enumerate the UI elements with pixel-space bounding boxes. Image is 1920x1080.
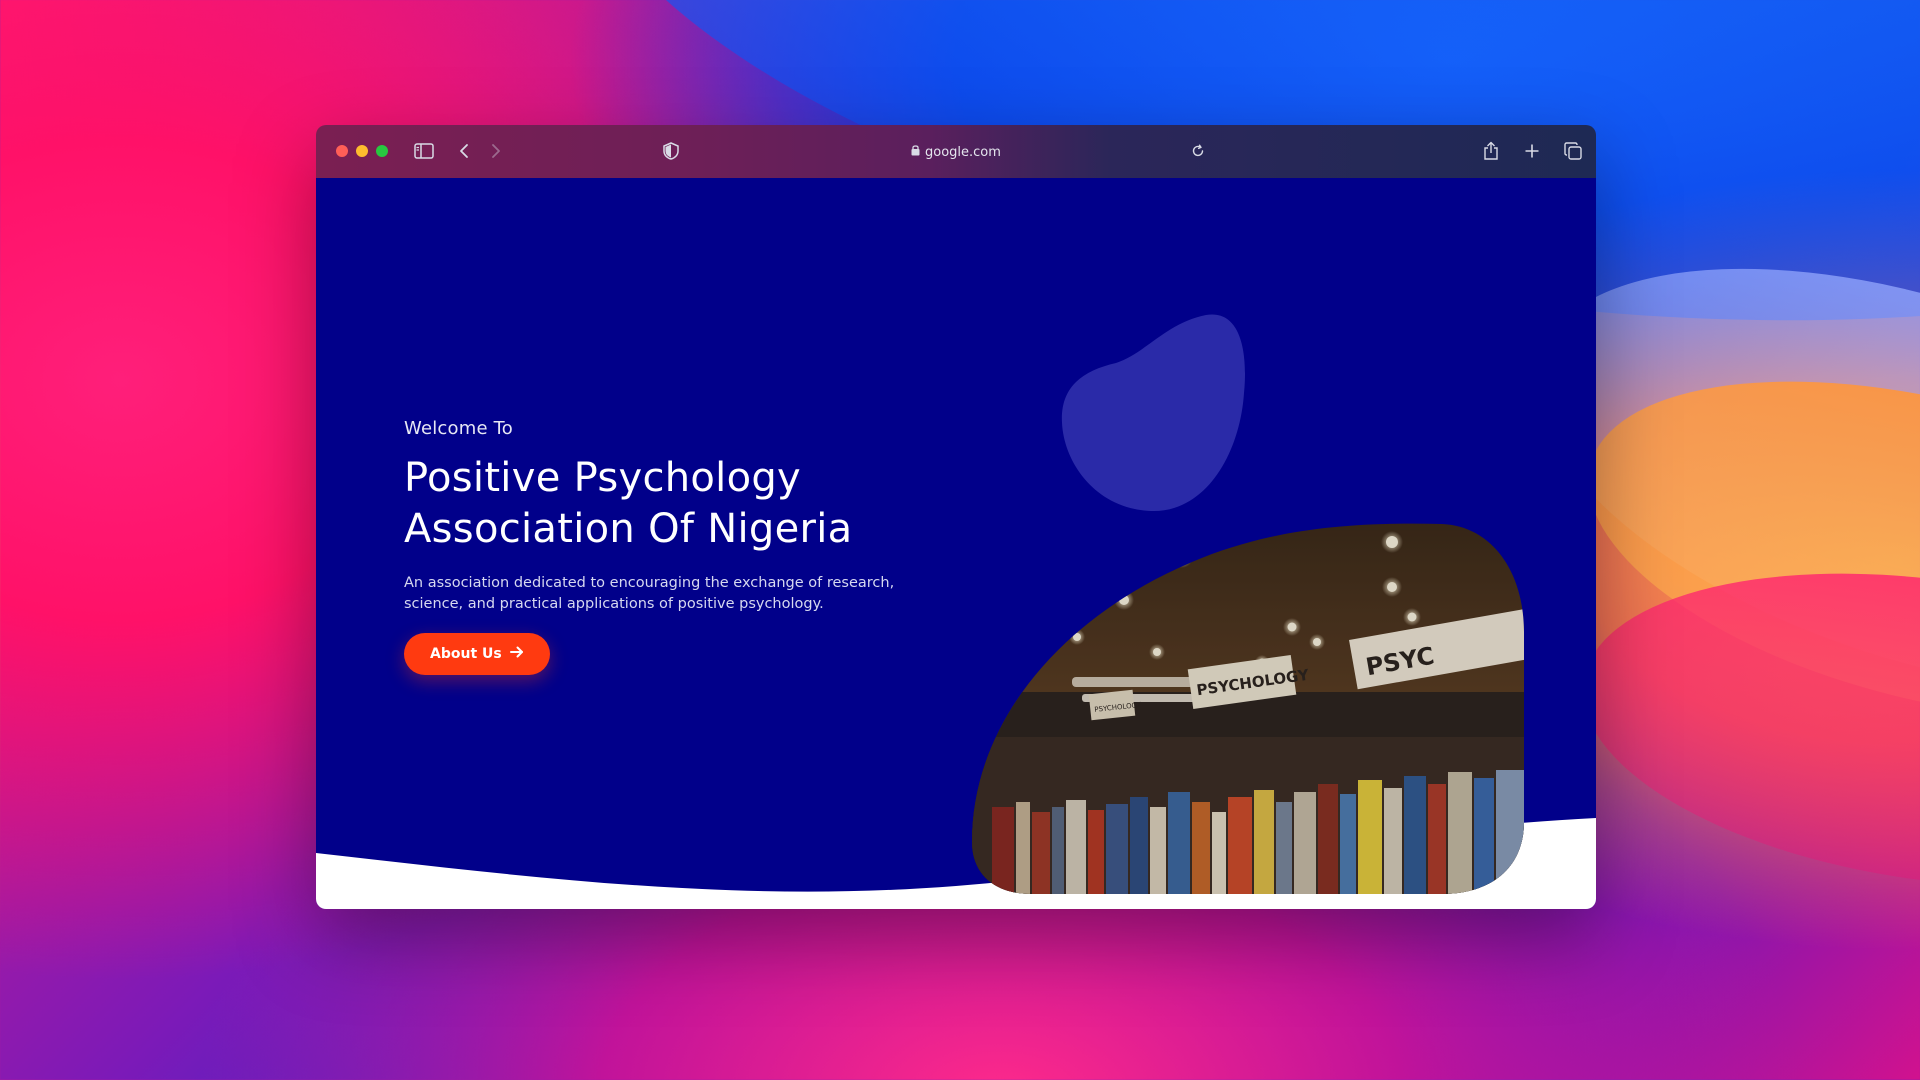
about-us-button[interactable]: About Us	[404, 633, 550, 675]
zoom-window-button[interactable]	[376, 145, 388, 157]
minimize-window-button[interactable]	[356, 145, 368, 157]
share-icon[interactable]	[1480, 139, 1502, 163]
lock-icon	[911, 144, 920, 160]
web-page: PSYCHOLOGY PSYCHOLOGY PSYC Welcome To Po…	[316, 178, 1596, 909]
shield-icon[interactable]	[661, 139, 681, 163]
wallpaper-swoosh	[1562, 532, 1920, 928]
chevron-right-icon[interactable]	[486, 139, 506, 163]
wallpaper-swoosh	[1554, 319, 1920, 781]
decorative-blob	[1061, 314, 1246, 512]
title-line-2: Association Of Nigeria	[404, 506, 853, 552]
address-bar[interactable]: google.com	[911, 142, 1001, 162]
welcome-text: Welcome To	[404, 418, 514, 439]
chevron-left-icon[interactable]	[454, 139, 474, 163]
tabs-icon[interactable]	[1562, 139, 1584, 163]
hero-description: An association dedicated to encouraging …	[404, 575, 895, 612]
about-us-label: About Us	[430, 646, 502, 662]
page-title: Positive Psychology Association Of Niger…	[404, 453, 944, 555]
bookstore-photo: PSYCHOLOGY PSYCHOLOGY PSYC	[972, 523, 1524, 894]
browser-toolbar: google.com	[316, 125, 1596, 178]
reload-icon[interactable]	[1188, 139, 1208, 163]
plus-icon[interactable]	[1522, 139, 1542, 163]
title-line-1: Positive Psychology	[404, 455, 802, 501]
hero-section: Welcome To Positive Psychology Associati…	[404, 418, 944, 675]
url-text: google.com	[925, 144, 1001, 160]
arrow-right-icon	[509, 646, 524, 662]
sidebar-icon[interactable]	[412, 139, 436, 163]
browser-window: google.com PSYCHOLOGY PSYCHOLOGY PSYC We…	[316, 125, 1596, 909]
close-window-button[interactable]	[336, 145, 348, 157]
